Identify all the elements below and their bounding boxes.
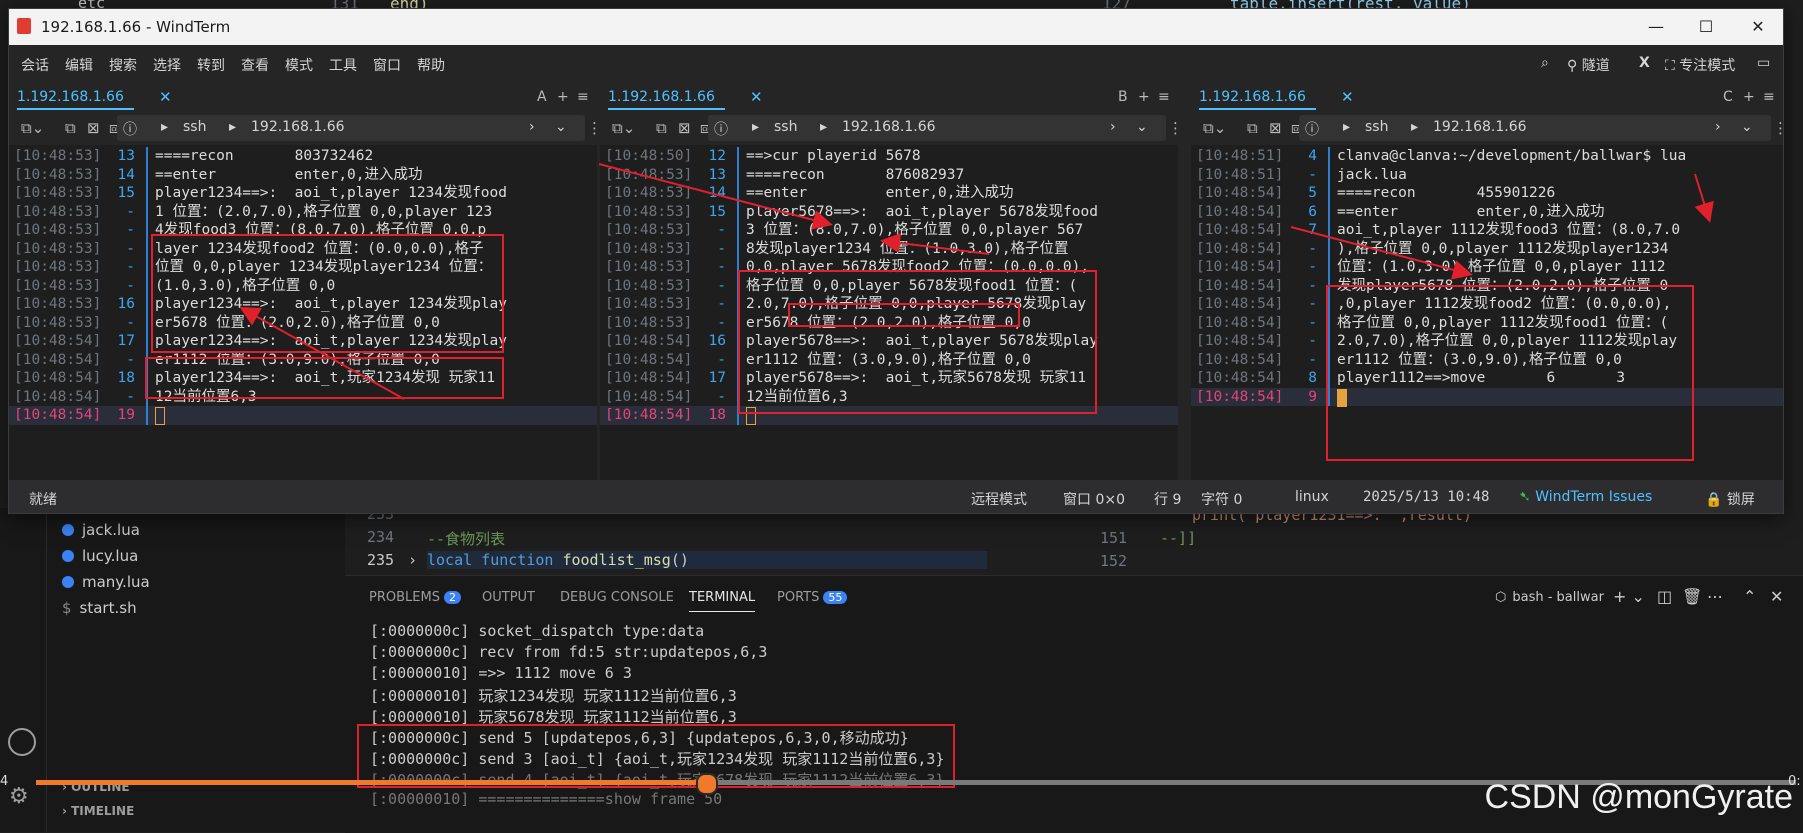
explorer-file-many[interactable]: many.lua [62, 573, 150, 591]
editor-line-number: 151 [1100, 529, 1128, 547]
fold-chevron-icon[interactable]: › [408, 551, 417, 569]
windterm-window: 192.168.1.66 - WindTerm — ☐ ✕ 会话 编辑 搜索 选… [8, 8, 1788, 514]
terminal-line: [:00000010] 玩家1234发现 玩家1112当前位置6,3 [370, 687, 737, 705]
terminal-line: [:00000010] =>> 1112 move 6 3 [370, 664, 632, 682]
shell-selector[interactable]: ⬡ bash - ballwar [1495, 590, 1604, 605]
close-panel-icon[interactable]: ✕ [1770, 587, 1783, 606]
explorer-file-lucy[interactable]: lucy.lua [62, 547, 138, 565]
explorer-file-start[interactable]: $ start.sh [62, 599, 137, 617]
tab-output[interactable]: OUTPUT [482, 590, 535, 605]
highlight-box [357, 724, 955, 788]
editor-code-line: --食物列表 [427, 530, 506, 548]
lua-file-icon [62, 550, 74, 562]
editor-background: 233 234 --食物列表 235 › local function food… [345, 505, 990, 575]
watermark: CSDN @monGyrate [1484, 778, 1793, 816]
video-progress-knob[interactable] [695, 773, 718, 795]
settings-gear-icon[interactable]: ⚙ [9, 784, 29, 809]
split-terminal-icon[interactable]: ◫ [1657, 587, 1672, 606]
maximize-panel-icon[interactable]: ⌃ [1743, 587, 1756, 606]
explorer-file-jack[interactable]: jack.lua [62, 521, 140, 539]
annotation-arrow [1694, 173, 1714, 223]
annotation-arrow [1290, 226, 1473, 280]
editor-line-number: 235 [367, 551, 395, 569]
annotation-arrow [598, 163, 833, 230]
annotation-arrow [239, 307, 405, 400]
annotation-arrow [880, 233, 990, 255]
terminal-line: [:0000000c] socket_dispatch type:data [370, 622, 705, 640]
tab-debug-console[interactable]: DEBUG CONSOLE [560, 590, 674, 605]
annotation-arrows [239, 163, 1714, 400]
more-icon[interactable]: ⋯ [1707, 587, 1723, 606]
shell-icon: ⬡ [1495, 590, 1507, 605]
tab-terminal[interactable]: TERMINAL [689, 590, 756, 612]
new-terminal-icon[interactable]: + ⌄ [1613, 587, 1645, 606]
terminal-line: [:00000010] ==============show frame 50 [370, 790, 723, 808]
video-time-left: 4 [0, 774, 9, 789]
tab-problems[interactable]: PROBLEMS 2 [369, 590, 461, 605]
trash-icon[interactable]: 🗑 [1682, 587, 1702, 606]
editor-code-line: local function foodlist_msg() [427, 551, 987, 569]
video-progress-fill [36, 780, 705, 785]
lua-file-icon [62, 576, 74, 588]
terminal-line: [:0000000c] recv from fd:5 str:updatepos… [370, 643, 768, 661]
editor-line-number: 152 [1100, 552, 1128, 570]
tab-ports[interactable]: PORTS 55 [777, 590, 848, 605]
lua-file-icon [62, 524, 74, 536]
account-icon[interactable] [8, 728, 36, 756]
shell-file-icon: $ [62, 599, 72, 617]
editor-line-number: 234 [367, 528, 395, 546]
editor-code-line: --]] [1160, 529, 1197, 547]
timeline-section[interactable]: › TIMELINE [62, 804, 134, 818]
